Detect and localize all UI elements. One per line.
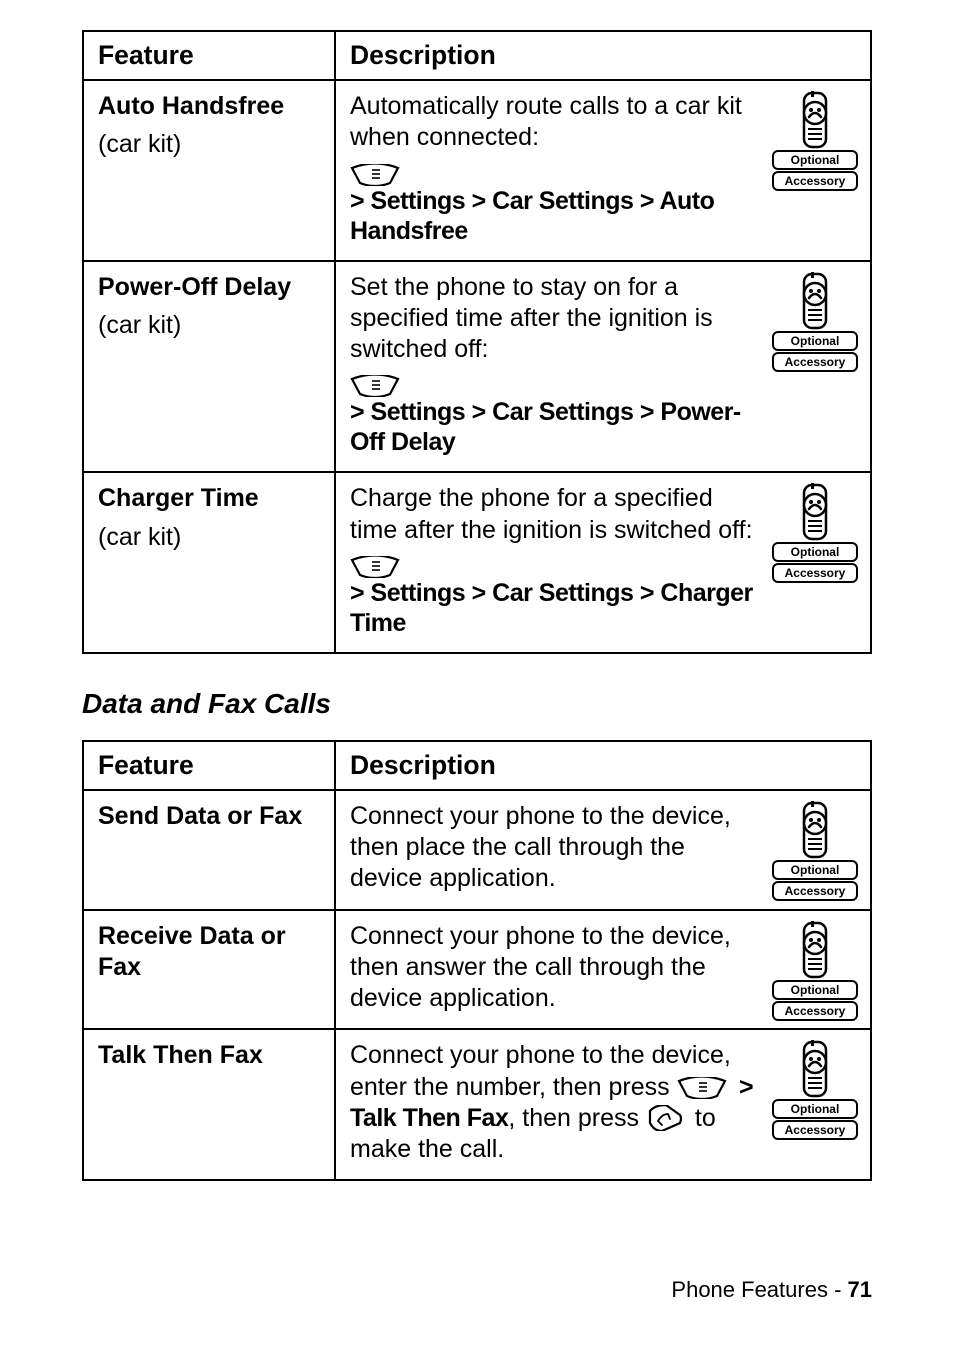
feature-title: Auto Handsfree	[98, 91, 320, 122]
menu-key-icon	[350, 164, 400, 186]
col-description: Description	[335, 31, 871, 80]
badge-line1: Optional	[772, 860, 858, 880]
feature-sub: (car kit)	[98, 130, 320, 159]
table-row: Send Data or Fax Optional Accessory Conn…	[83, 790, 871, 910]
feature-title: Receive Data or Fax	[98, 921, 320, 984]
desc-mid: , then press	[508, 1104, 639, 1132]
feature-sub: (car kit)	[98, 523, 320, 552]
table-row: Receive Data or Fax Optional Accessory C…	[83, 910, 871, 1030]
send-key-icon	[648, 1105, 684, 1131]
phone-icon	[796, 483, 834, 541]
feature-title: Send Data or Fax	[98, 801, 320, 832]
badge-line2: Accessory	[772, 352, 858, 372]
badge-line1: Optional	[772, 980, 858, 1000]
feature-desc: Connect your phone to the device, enter …	[350, 1040, 760, 1165]
optional-accessory-badge: Optional Accessory	[772, 801, 858, 901]
page-footer: Phone Features - 71	[671, 1277, 872, 1303]
table-row: Auto Handsfree (car kit) Optional Access…	[83, 80, 871, 261]
feature-title: Talk Then Fax	[98, 1040, 320, 1071]
section-heading: Data and Fax Calls	[82, 688, 872, 720]
feature-desc: Automatically route calls to a car kit w…	[350, 91, 760, 154]
menu-path: > Settings > Car Settings > Auto Handsfr…	[350, 186, 760, 246]
optional-accessory-badge: Optional Accessory	[772, 921, 858, 1021]
page-number: 71	[848, 1277, 872, 1302]
phone-icon	[796, 91, 834, 149]
phone-icon	[796, 1040, 834, 1098]
feature-desc: Connect your phone to the device, then a…	[350, 921, 760, 1015]
feature-title: Power-Off Delay	[98, 272, 320, 303]
feature-desc: Connect your phone to the device, then p…	[350, 801, 760, 895]
desc-prefix: Connect your phone to the device, enter …	[350, 1041, 731, 1100]
menu-key-icon	[350, 375, 400, 397]
badge-line2: Accessory	[772, 563, 858, 583]
menu-path: > Settings > Car Settings > Charger Time	[350, 578, 760, 638]
col-description: Description	[335, 741, 871, 790]
badge-line1: Optional	[772, 150, 858, 170]
feature-desc: Set the phone to stay on for a specified…	[350, 272, 760, 366]
handsfree-table: Feature Description Auto Handsfree (car …	[82, 30, 872, 654]
table-row: Power-Off Delay (car kit) Optional Acces…	[83, 261, 871, 473]
optional-accessory-badge: Optional Accessory	[772, 1040, 858, 1140]
table-row: Charger Time (car kit) Optional Accessor…	[83, 472, 871, 653]
badge-line2: Accessory	[772, 1120, 858, 1140]
badge-line2: Accessory	[772, 171, 858, 191]
phone-icon	[796, 272, 834, 330]
feature-desc: Charge the phone for a specified time af…	[350, 483, 760, 546]
menu-key-icon	[350, 556, 400, 578]
badge-line1: Optional	[772, 1099, 858, 1119]
badge-line2: Accessory	[772, 881, 858, 901]
optional-accessory-badge: Optional Accessory	[772, 272, 858, 372]
optional-accessory-badge: Optional Accessory	[772, 91, 858, 191]
badge-line2: Accessory	[772, 1001, 858, 1021]
col-feature: Feature	[83, 741, 335, 790]
menu-path: > Settings > Car Settings > Power-Off De…	[350, 397, 760, 457]
optional-accessory-badge: Optional Accessory	[772, 483, 858, 583]
phone-icon	[796, 921, 834, 979]
badge-line1: Optional	[772, 331, 858, 351]
footer-label: Phone Features -	[671, 1277, 847, 1302]
col-feature: Feature	[83, 31, 335, 80]
table-row: Talk Then Fax Optional Accessory Connect…	[83, 1029, 871, 1180]
feature-sub: (car kit)	[98, 311, 320, 340]
phone-icon	[796, 801, 834, 859]
feature-title: Charger Time	[98, 483, 320, 514]
datafax-table: Feature Description Send Data or Fax Opt…	[82, 740, 872, 1182]
badge-line1: Optional	[772, 542, 858, 562]
menu-key-icon	[677, 1077, 727, 1099]
